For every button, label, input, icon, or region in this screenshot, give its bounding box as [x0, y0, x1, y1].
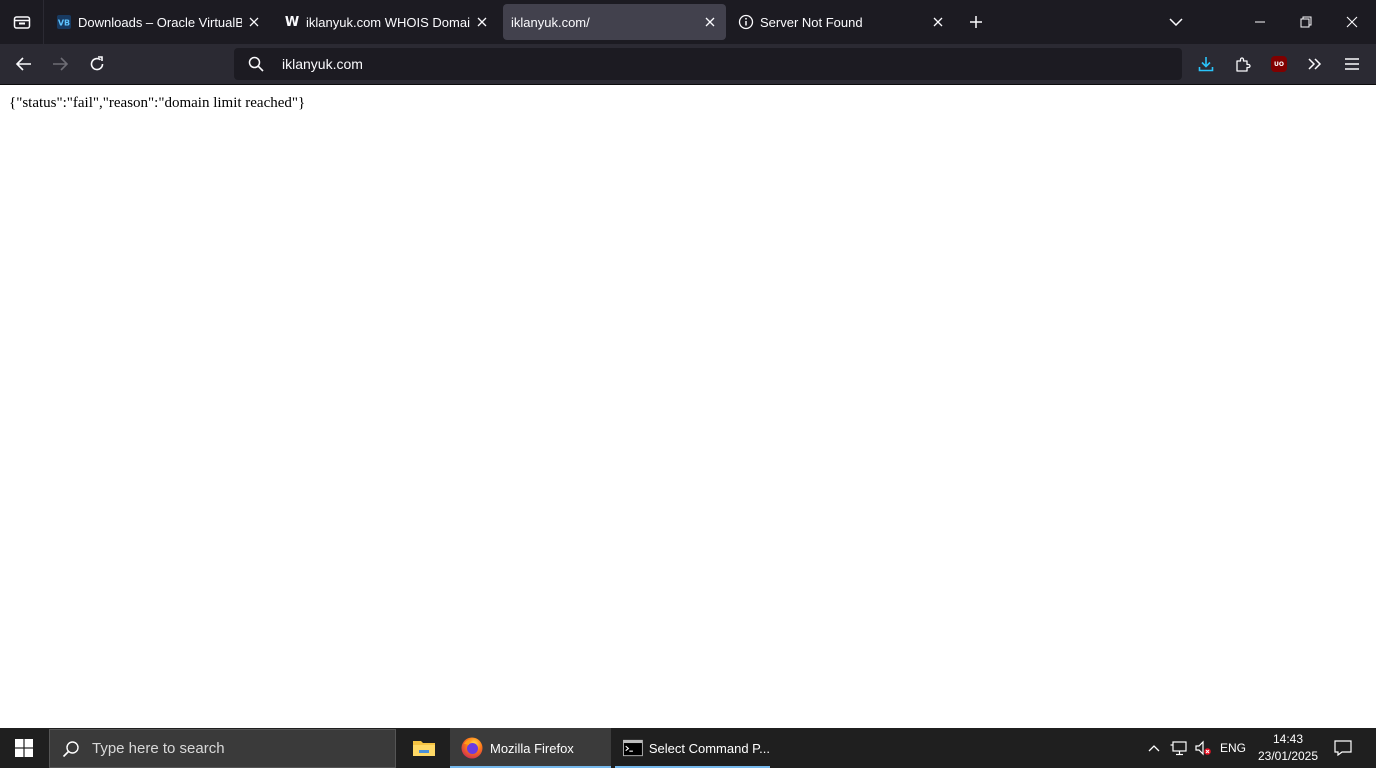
ublock-origin-icon: UO: [1271, 56, 1287, 72]
svg-text:VB: VB: [58, 19, 70, 28]
arrow-right-icon: [53, 57, 69, 71]
close-icon: [1346, 16, 1358, 28]
download-icon: [1198, 57, 1214, 72]
tab-iklanyuk-current[interactable]: iklanyuk.com/: [503, 4, 726, 40]
url-input[interactable]: [280, 55, 1182, 73]
tab-title: iklanyuk.com/: [511, 14, 590, 30]
tab-title: iklanyuk.com WHOIS Domain Name: [306, 14, 470, 30]
tab-server-not-found[interactable]: Server Not Found: [730, 4, 954, 40]
taskbar-search-box[interactable]: [49, 729, 396, 768]
puzzle-piece-icon: [1236, 57, 1251, 72]
reload-button[interactable]: [85, 52, 109, 76]
action-center-button[interactable]: [1326, 728, 1360, 768]
info-icon: [738, 14, 754, 30]
volume-tray-button[interactable]: [1192, 728, 1214, 768]
input-language-button[interactable]: ENG: [1216, 728, 1250, 768]
minimize-button[interactable]: [1237, 0, 1283, 44]
clock-time: 14:43: [1272, 732, 1304, 746]
downloads-button[interactable]: [1194, 52, 1218, 76]
taskbar-app-label: Mozilla Firefox: [490, 740, 574, 756]
navigation-toolbar: UO: [0, 44, 1376, 85]
minimize-icon: [1255, 21, 1265, 23]
folder-icon: [413, 741, 435, 756]
url-bar[interactable]: [234, 48, 1182, 80]
taskbar-command-prompt[interactable]: Select Command P...: [615, 728, 770, 768]
search-icon: [62, 740, 79, 757]
clock-date: 23/01/2025: [1257, 749, 1319, 763]
network-monitor-icon: [1170, 741, 1187, 756]
close-window-button[interactable]: [1329, 0, 1375, 44]
page-content: {"status":"fail","reason":"domain limit …: [0, 85, 1376, 728]
notification-icon: [1334, 740, 1352, 756]
tab-virtualbox-downloads[interactable]: VB Downloads – Oracle VirtualBox: [48, 4, 270, 40]
reload-icon: [90, 56, 104, 71]
application-menu-button[interactable]: [1340, 52, 1364, 76]
w-logo-icon: W: [284, 14, 300, 30]
json-response-text: {"status":"fail","reason":"domain limit …: [9, 95, 306, 111]
clock-button[interactable]: 14:43 23/01/2025: [1252, 731, 1324, 765]
firefox-view-icon: [13, 16, 30, 29]
plus-icon: [970, 16, 982, 28]
windows-taskbar: Mozilla Firefox Select Command P... EN: [0, 728, 1376, 768]
list-all-tabs-button[interactable]: [1166, 12, 1186, 32]
arrow-left-icon: [15, 57, 31, 71]
close-tab-icon[interactable]: [702, 14, 718, 30]
hamburger-menu-icon: [1345, 58, 1359, 70]
windows-logo-icon: [15, 739, 33, 757]
search-icon: [248, 56, 264, 72]
tab-bar: VB Downloads – Oracle VirtualBox W iklan…: [0, 0, 1376, 44]
restore-button[interactable]: [1283, 0, 1329, 44]
back-button[interactable]: [12, 52, 36, 76]
show-hidden-icons-button[interactable]: [1144, 728, 1164, 768]
close-tab-icon[interactable]: [930, 14, 946, 30]
firefox-icon: [461, 737, 483, 759]
chevron-down-icon: [1169, 18, 1183, 26]
overflow-menu-button[interactable]: [1303, 52, 1327, 76]
new-tab-button[interactable]: [966, 12, 986, 32]
command-prompt-icon: [623, 739, 643, 757]
tab-whois-domain[interactable]: W iklanyuk.com WHOIS Domain Name: [276, 4, 498, 40]
tab-title: Downloads – Oracle VirtualBox: [78, 14, 242, 30]
taskbar-search-input[interactable]: [90, 739, 395, 758]
close-tab-icon[interactable]: [474, 14, 490, 30]
close-tab-icon[interactable]: [246, 14, 262, 30]
virtualbox-icon: VB: [56, 14, 72, 30]
firefox-view-button[interactable]: [0, 0, 44, 44]
taskbar-file-explorer[interactable]: [400, 728, 448, 768]
taskbar-app-label: Select Command P...: [648, 740, 770, 756]
start-button[interactable]: [0, 728, 48, 768]
tab-title: Server Not Found: [760, 14, 863, 30]
ublock-origin-button[interactable]: UO: [1267, 52, 1291, 76]
chevron-up-icon: [1148, 745, 1160, 752]
double-chevron-right-icon: [1308, 58, 1322, 70]
volume-muted-icon: [1195, 740, 1211, 756]
extensions-button[interactable]: [1231, 52, 1255, 76]
taskbar-firefox[interactable]: Mozilla Firefox: [450, 728, 611, 768]
language-label: ENG: [1219, 741, 1246, 755]
restore-icon: [1300, 16, 1312, 28]
forward-button[interactable]: [48, 52, 72, 76]
network-tray-button[interactable]: [1168, 728, 1190, 768]
